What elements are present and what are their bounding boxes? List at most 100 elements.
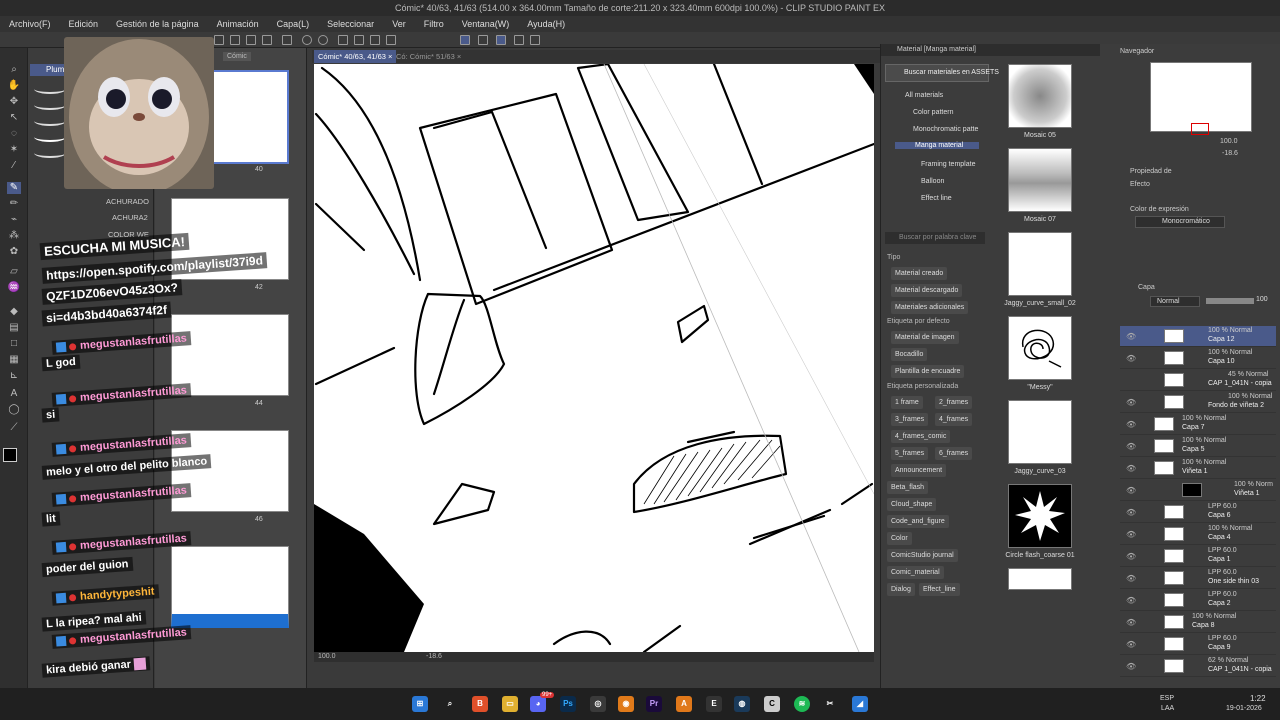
tag-button[interactable]: ComicStudio journal <box>887 549 958 562</box>
redo-icon[interactable] <box>318 35 328 45</box>
menu-ventana[interactable]: Ventana(W) <box>453 19 519 29</box>
gradient-tool-icon[interactable]: ▤ <box>7 322 21 334</box>
tag-button[interactable]: 6_frames <box>935 447 973 460</box>
tag-button[interactable]: Effect_line <box>919 583 960 596</box>
tree-balloon[interactable]: Balloon <box>921 178 944 185</box>
menu-animacion[interactable]: Animación <box>208 19 268 29</box>
tag-button[interactable]: Dialog <box>887 583 915 596</box>
layer-row[interactable]: 👁 LPP 60.0 Capa 1 <box>1120 546 1276 567</box>
export-icon[interactable] <box>262 35 272 45</box>
language-region[interactable]: LAA <box>1161 705 1174 712</box>
ruler-tool-icon[interactable]: ⊾ <box>7 370 21 382</box>
correct-line-tool-icon[interactable]: ⟋ <box>7 422 21 434</box>
eye-icon[interactable]: 👁 <box>1126 420 1136 429</box>
layer-row[interactable]: 👁 100 % Normal Capa 10 <box>1120 348 1276 369</box>
navigator-preview[interactable] <box>1150 62 1252 135</box>
menu-capa[interactable]: Capa(L) <box>268 19 319 29</box>
clock-time[interactable]: 1:22 <box>1250 694 1266 703</box>
snap-grid-icon[interactable] <box>496 35 506 45</box>
tab-canvas-active[interactable]: Cómic* 40/63, 41/63 × <box>314 50 397 63</box>
layer-row[interactable]: 👁 100 % Normal Capa 8 <box>1120 612 1276 633</box>
layer-row[interactable]: 👁 100 % Norm Viñeta 1 <box>1120 480 1276 501</box>
tag-button[interactable]: Color <box>887 532 912 545</box>
language-indicator[interactable]: ESP <box>1160 695 1174 702</box>
menu-seleccionar[interactable]: Seleccionar <box>318 19 383 29</box>
snap-ruler-icon[interactable] <box>460 35 470 45</box>
layer-row[interactable]: 👁 100 % Normal Capa 12 <box>1120 326 1276 347</box>
clear-icon[interactable] <box>354 35 364 45</box>
tag-button[interactable]: Material creado <box>891 267 948 280</box>
fill-icon[interactable] <box>370 35 380 45</box>
eye-icon[interactable]: 👁 <box>1126 640 1136 649</box>
frame-border-tool-icon[interactable]: ▦ <box>7 354 21 366</box>
eye-icon[interactable]: 👁 <box>1126 574 1136 583</box>
clip-studio-icon[interactable]: C <box>764 696 780 712</box>
tag-button[interactable]: Cloud_shape <box>887 498 937 511</box>
airbrush-tool-icon[interactable]: ⁂ <box>7 230 21 242</box>
new-icon[interactable] <box>214 35 224 45</box>
menu-gestion-pagina[interactable]: Gestión de la página <box>107 19 208 29</box>
eye-icon[interactable]: 👁 <box>1126 618 1136 627</box>
copy-icon[interactable] <box>282 35 292 45</box>
tab-comic[interactable]: Cómic <box>223 52 251 61</box>
app-icon[interactable]: A <box>676 696 692 712</box>
brush-preview[interactable] <box>34 132 66 142</box>
hand-tool-icon[interactable]: ✋ <box>7 80 21 92</box>
tree-all-materials[interactable]: All materials <box>905 92 943 99</box>
figure-tool-icon[interactable]: □ <box>7 338 21 350</box>
epic-games-icon[interactable]: E <box>706 696 722 712</box>
tag-button[interactable]: Materiales adicionales <box>891 301 969 314</box>
premiere-icon[interactable]: Pr <box>646 696 662 712</box>
layer-row[interactable]: 👁 LPP 60.0 Capa 2 <box>1120 590 1276 611</box>
eye-icon[interactable]: 👁 <box>1126 508 1136 517</box>
brush-label[interactable]: ACHURADO <box>106 197 149 206</box>
main-color-swatch[interactable] <box>3 448 17 462</box>
material-thumb[interactable] <box>1008 64 1072 128</box>
tag-button[interactable]: 3_frames <box>891 413 929 426</box>
eye-icon[interactable]: 👁 <box>1126 354 1136 363</box>
tag-button[interactable]: Plantilla de encuadre <box>891 365 965 378</box>
tag-button[interactable]: Beta_flash <box>887 481 929 494</box>
eye-icon[interactable]: 👁 <box>1126 662 1136 671</box>
layer-row[interactable]: 👁 100 % Normal Capa 4 <box>1120 524 1276 545</box>
file-explorer-icon[interactable]: ▭ <box>502 696 518 712</box>
decoration-tool-icon[interactable]: ✿ <box>7 246 21 258</box>
tag-button[interactable]: Material descargado <box>891 284 963 297</box>
tree-monochromatic[interactable]: Monochromatic patte <box>913 126 978 133</box>
eye-icon[interactable]: 👁 <box>1126 332 1136 341</box>
eye-icon[interactable]: 👁 <box>1126 552 1136 561</box>
tag-button[interactable]: Comic_material <box>887 566 944 579</box>
keyword-search-input[interactable]: Buscar por palabra clave <box>885 232 985 244</box>
material-thumb[interactable] <box>1008 568 1072 590</box>
tag-button[interactable]: 4_frames <box>935 413 973 426</box>
snap-perspective-icon[interactable] <box>514 35 524 45</box>
firefox-icon[interactable]: ◉ <box>618 696 634 712</box>
move-tool-icon[interactable]: ✥ <box>7 96 21 108</box>
expression-color-select[interactable]: Monocromático <box>1135 216 1225 228</box>
tag-button[interactable]: 1 frame <box>891 396 923 409</box>
brush-preview[interactable] <box>34 100 66 110</box>
rotation-value[interactable]: -18.6 <box>426 653 442 660</box>
brave-icon[interactable]: B <box>472 696 488 712</box>
navigator-viewport[interactable] <box>1191 123 1209 135</box>
tree-manga-material[interactable]: Manga material <box>895 142 979 149</box>
zoom-value[interactable]: 100.0 <box>318 653 336 660</box>
layer-row[interactable]: 45 % Normal CAP 1_041N - copia <box>1120 370 1276 391</box>
pen-tool-icon[interactable]: ✎ <box>7 182 21 194</box>
tab-canvas-other[interactable]: Có: Cómic* 51/63 × <box>392 50 465 63</box>
eye-icon[interactable]: 👁 <box>1126 596 1136 605</box>
brush-preview[interactable] <box>34 116 66 126</box>
eye-icon[interactable]: 👁 <box>1126 486 1136 495</box>
navigator-zoom[interactable]: 100.0 <box>1220 138 1238 145</box>
tag-button[interactable]: Announcement <box>891 464 947 477</box>
save-icon[interactable] <box>246 35 256 45</box>
brush-preview[interactable] <box>34 148 66 158</box>
eye-icon[interactable]: 👁 <box>1126 464 1136 473</box>
photoshop-icon[interactable]: Ps <box>560 696 576 712</box>
brush-tool-icon[interactable]: ⌁ <box>7 214 21 226</box>
material-thumb[interactable] <box>1008 232 1072 296</box>
eye-icon[interactable]: 👁 <box>1126 530 1136 539</box>
tree-framing-template[interactable]: Framing template <box>921 161 975 168</box>
layer-row[interactable]: 👁 100 % Normal Fondo de viñeta 2 <box>1120 392 1276 413</box>
auto-select-tool-icon[interactable]: ✶ <box>7 144 21 156</box>
